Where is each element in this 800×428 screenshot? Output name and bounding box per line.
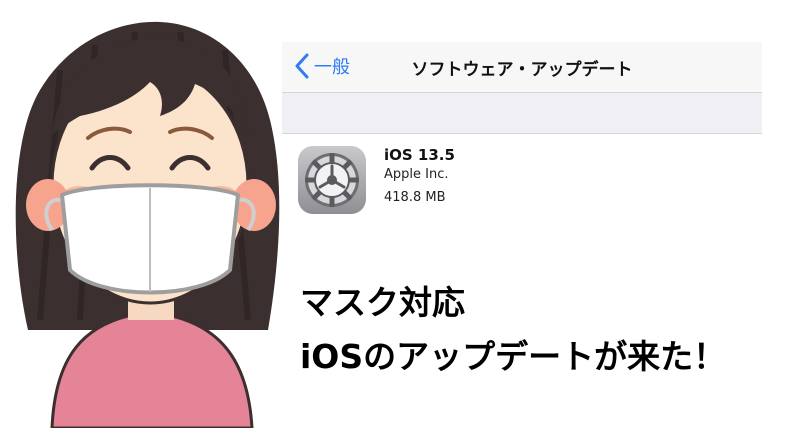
update-name: iOS 13.5 <box>384 146 455 164</box>
update-vendor: Apple Inc. <box>384 167 449 182</box>
caption-block: マスク対応 iOSのアップデートが来た！ <box>300 276 790 384</box>
settings-gear-icon <box>298 146 366 214</box>
thumbnail-canvas: 一般 ソフトウェア・アップデート iOS 13.5 Apple Inc. 418… <box>0 0 800 428</box>
navigation-bar: 一般 ソフトウェア・アップデート <box>282 42 762 93</box>
screen-title: ソフトウェア・アップデート <box>411 60 633 80</box>
masked-girl-illustration <box>15 21 280 428</box>
ios-software-update-screen: 一般 ソフトウェア・アップデート iOS 13.5 Apple Inc. 418… <box>282 42 762 232</box>
grouped-section-spacer <box>282 93 762 134</box>
software-update-row[interactable]: iOS 13.5 Apple Inc. 418.8 MB <box>282 134 762 232</box>
caption-line-2: iOSのアップデートが来た！ <box>300 337 727 376</box>
update-size: 418.8 MB <box>384 190 446 205</box>
caption-line-1: マスク対応 <box>300 283 465 322</box>
